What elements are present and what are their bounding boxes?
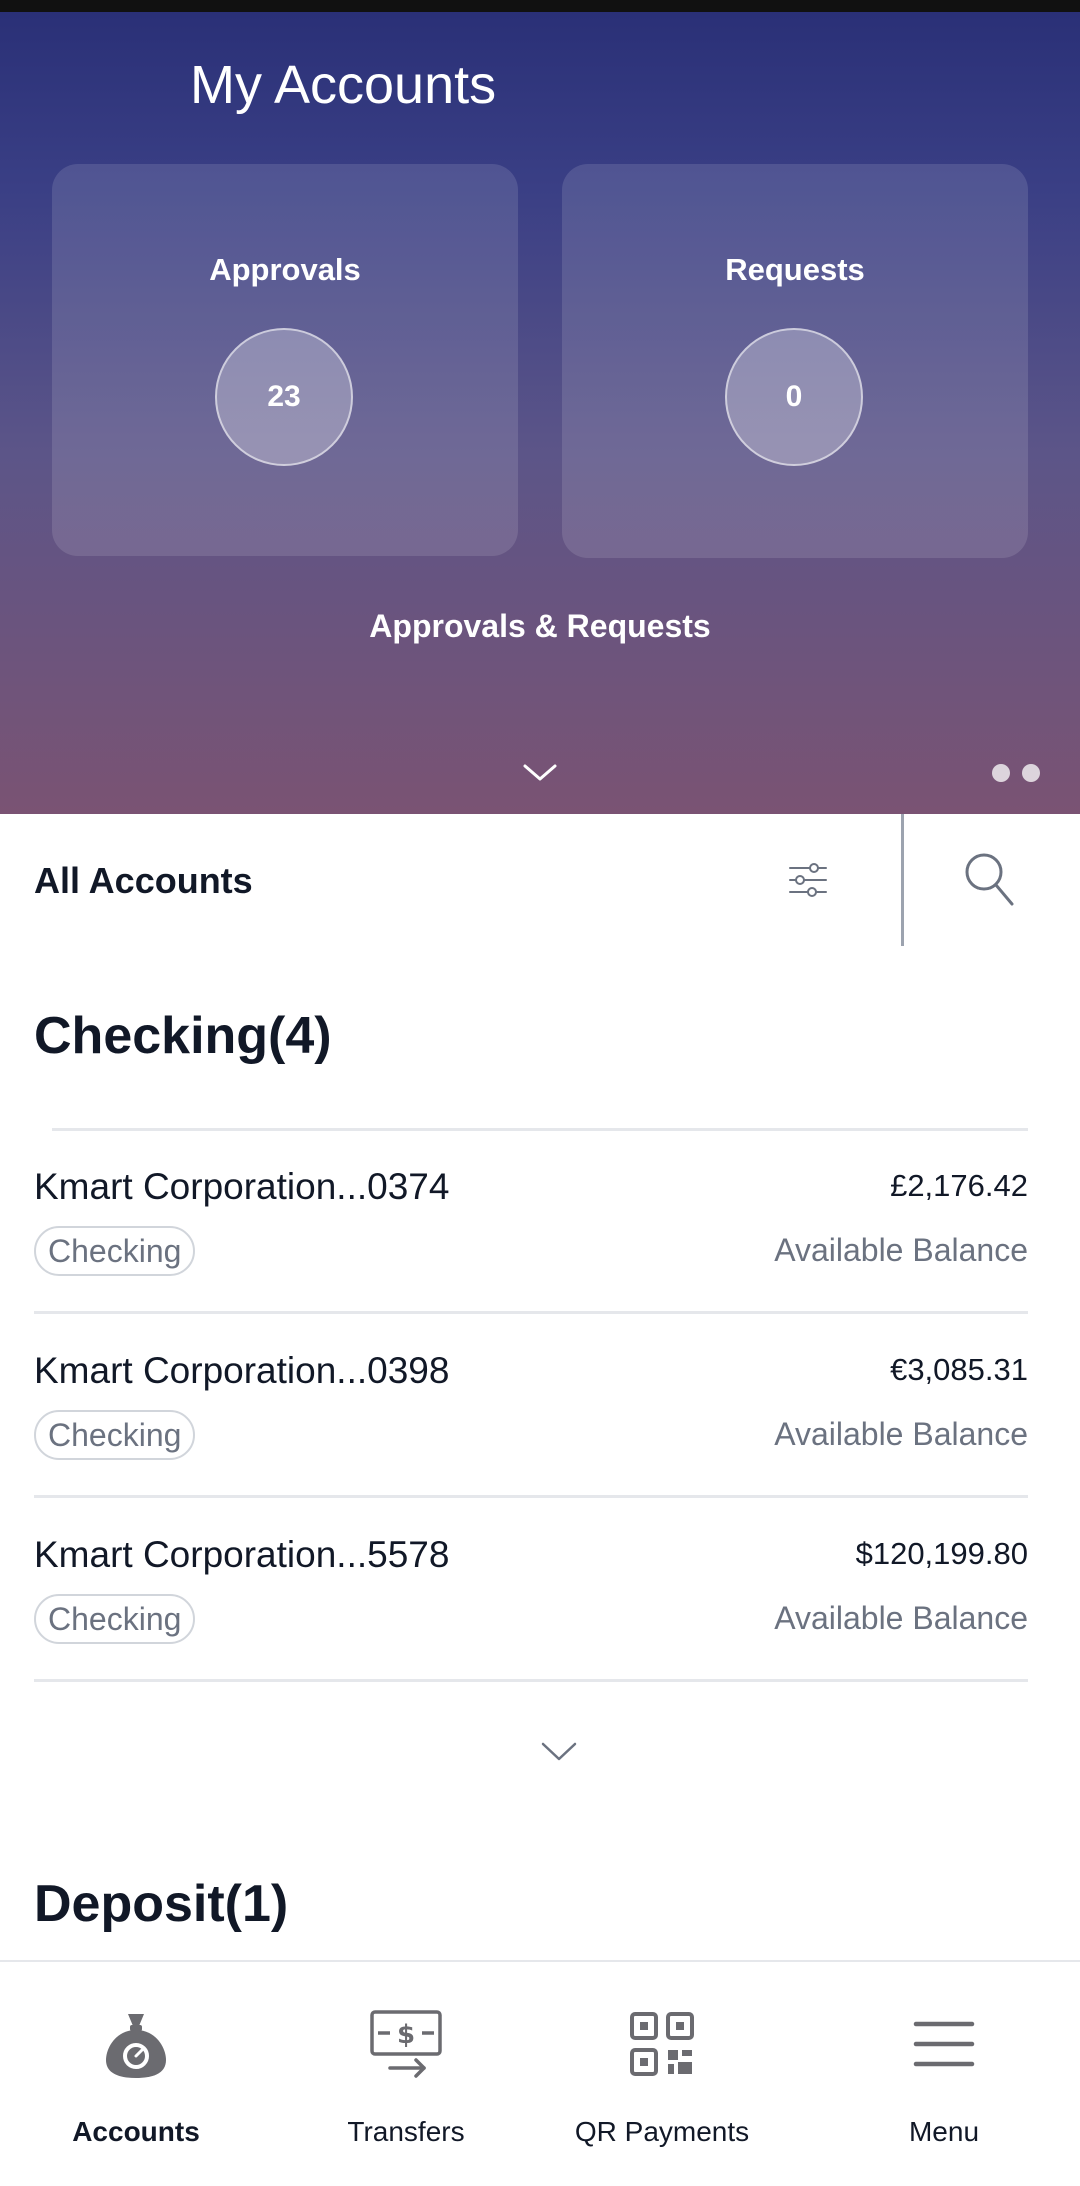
sliders-icon[interactable]: [786, 858, 830, 902]
balance-label: Available Balance: [774, 1600, 1028, 1636]
nav-label: Transfers: [347, 2116, 465, 2147]
requests-card[interactable]: Requests 0: [562, 164, 1028, 558]
section-title-checking: Checking(4): [34, 1007, 332, 1065]
transfer-icon: $: [370, 2010, 442, 2078]
account-name: Kmart Corporation...5578: [34, 1534, 450, 1575]
account-row[interactable]: Kmart Corporation...5578 $120,199.80 Che…: [0, 1498, 1080, 1682]
toolbar-divider: [901, 814, 904, 946]
page-title: My Accounts: [190, 55, 497, 115]
search-icon[interactable]: [962, 850, 1016, 908]
balance-label: Available Balance: [774, 1232, 1028, 1268]
account-amount: $120,199.80: [855, 1536, 1028, 1571]
nav-label: Menu: [908, 2116, 980, 2147]
requests-count-badge: 0: [725, 328, 863, 466]
nav-label: Accounts: [72, 2116, 200, 2147]
accounts-filter-bar: All Accounts: [0, 814, 1080, 946]
money-bag-icon: [106, 2014, 166, 2078]
carousel-dot[interactable]: [1022, 764, 1040, 782]
section-title-deposit: Deposit(1): [34, 1875, 289, 1933]
nav-qr-payments[interactable]: QR Payments: [572, 1962, 752, 2186]
account-row[interactable]: Kmart Corporation...0374 £2,176.42 Check…: [0, 1130, 1080, 1314]
account-filter-label[interactable]: All Accounts: [34, 860, 253, 902]
approvals-card[interactable]: Approvals 23: [52, 164, 518, 556]
hamburger-menu-icon: [913, 2021, 975, 2067]
nav-label: QR Payments: [574, 2116, 750, 2147]
account-amount: €3,085.31: [890, 1352, 1028, 1387]
svg-text:$: $: [397, 2020, 415, 2050]
approvals-requests-link[interactable]: Approvals & Requests: [0, 608, 1080, 645]
approvals-count-badge: 23: [215, 328, 353, 466]
row-divider: [34, 1679, 1028, 1682]
account-name: Kmart Corporation...0398: [34, 1350, 450, 1391]
carousel-indicator: [992, 764, 1040, 782]
status-bar: [0, 0, 1080, 12]
accounts-hero-banner: My Accounts Approvals 23 Requests 0 Appr…: [0, 12, 1080, 814]
chevron-down-icon[interactable]: [540, 1740, 578, 1764]
account-name: Kmart Corporation...0374: [34, 1166, 450, 1207]
balance-label: Available Balance: [774, 1416, 1028, 1452]
nav-menu[interactable]: Menu: [854, 1962, 1034, 2186]
account-type-badge: Checking: [34, 1226, 196, 1276]
account-amount: £2,176.42: [890, 1168, 1028, 1203]
requests-label: Requests: [725, 252, 865, 287]
nav-transfers[interactable]: $ Transfers: [316, 1962, 496, 2186]
account-type-badge: Checking: [34, 1594, 196, 1644]
approvals-label: Approvals: [209, 252, 361, 287]
chevron-down-icon[interactable]: [522, 762, 558, 784]
qr-code-icon: [630, 2012, 694, 2076]
account-row[interactable]: Kmart Corporation...0398 €3,085.31 Check…: [0, 1314, 1080, 1498]
bottom-navigation: Accounts $ Transfers QR Payments Menu: [0, 1960, 1080, 2186]
nav-accounts[interactable]: Accounts: [46, 1962, 226, 2186]
account-type-badge: Checking: [34, 1410, 196, 1460]
carousel-dot[interactable]: [992, 764, 1010, 782]
